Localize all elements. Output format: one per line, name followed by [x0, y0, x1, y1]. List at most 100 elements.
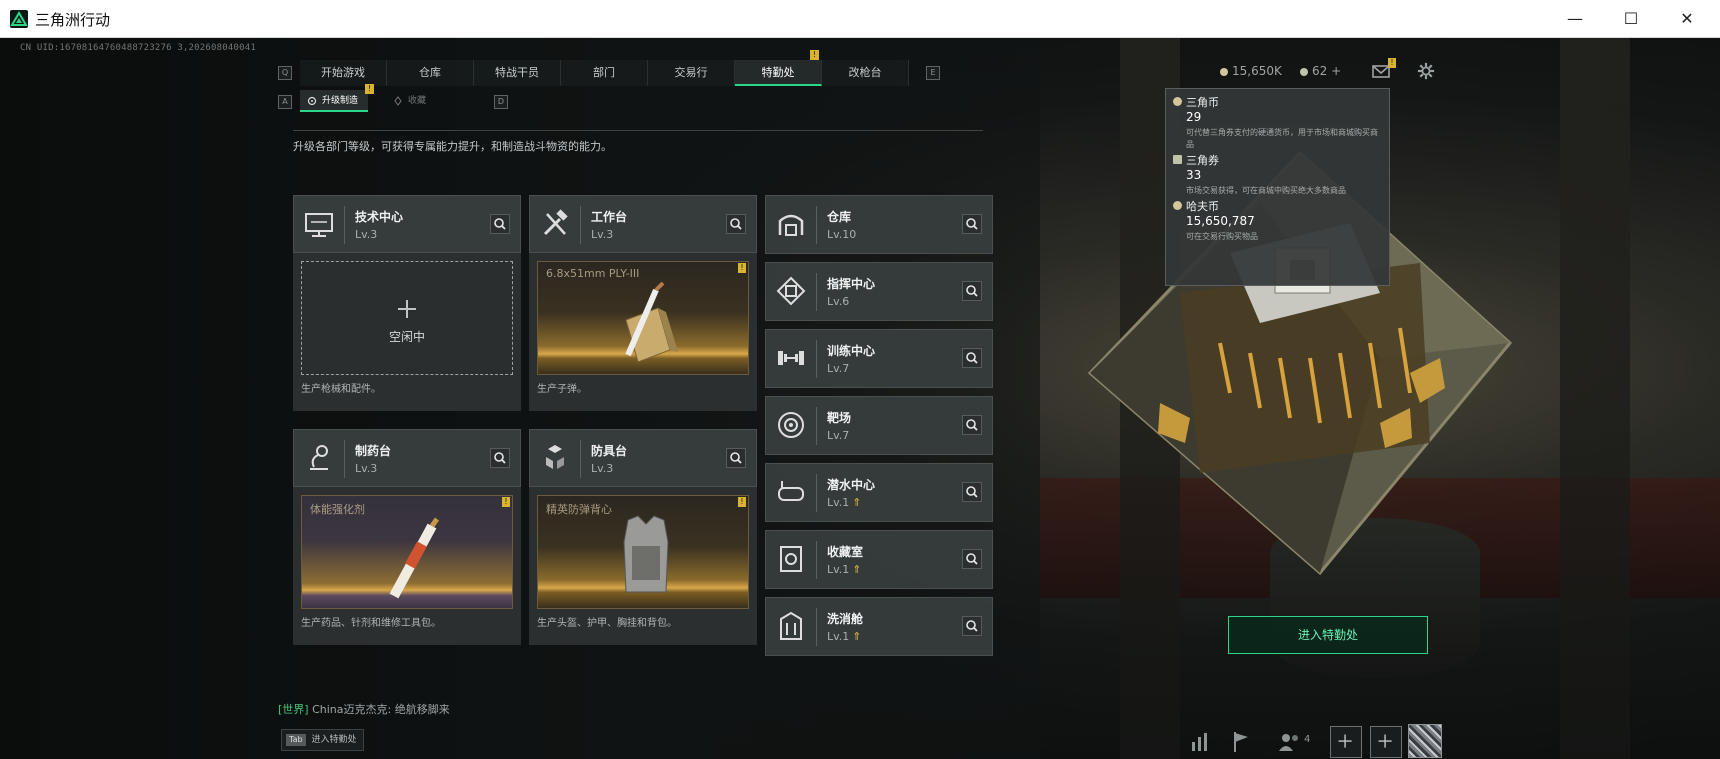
card-footer: 生产药品、针剂和维修工具包。: [301, 618, 441, 629]
add-coupon-button[interactable]: +: [1331, 64, 1341, 78]
tab-warehouse[interactable]: 仓库: [387, 60, 474, 86]
chat-message: China迈克杰克: 绝航移脚来: [308, 703, 450, 716]
maximize-button[interactable]: ☐: [1604, 0, 1658, 38]
card-divider: [344, 440, 345, 478]
game-viewport: CN UID:16708164760488723276 3,2026080400…: [0, 38, 1720, 759]
alert-badge: !: [738, 263, 746, 273]
inspect-button[interactable]: [962, 281, 982, 301]
chat-line[interactable]: [世界] China迈克杰克: 绝航移脚来: [278, 701, 450, 717]
currency-value: 15,650,787: [1186, 214, 1255, 228]
microscope-icon: [310, 445, 328, 470]
decon-icon: [780, 611, 802, 640]
add-teammate-slot[interactable]: [1370, 726, 1402, 758]
minimize-button[interactable]: —: [1548, 0, 1602, 38]
production-slot[interactable]: 6.8x51mm PLY-III !: [537, 261, 749, 375]
department-card-warehouse[interactable]: 仓库 Lv.10: [765, 195, 993, 254]
production-slot[interactable]: 精英防弹背心 !: [537, 495, 749, 609]
tab-label: 仓库: [419, 66, 441, 79]
mail-alert-badge: !: [1388, 58, 1396, 68]
item-name: 体能强化剂: [310, 503, 365, 516]
hafu-amount: 15,650K: [1232, 64, 1282, 78]
collection-icon: [394, 96, 402, 106]
search-icon: [494, 218, 506, 230]
hafu-coin-icon: [1173, 201, 1182, 210]
inspect-button[interactable]: [726, 214, 746, 234]
tab-next-key[interactable]: E: [926, 66, 940, 80]
injector-image: [389, 517, 440, 599]
card-divider: [816, 474, 817, 512]
inspect-button[interactable]: [962, 415, 982, 435]
app-logo-icon: [10, 10, 28, 28]
department-card-collection-room[interactable]: 收藏室 Lv.1 ⇑: [765, 530, 993, 589]
card-footer: 生产子弹。: [537, 384, 587, 395]
tab-prev-key[interactable]: Q: [278, 66, 292, 80]
add-teammate-slot[interactable]: [1330, 726, 1362, 758]
inspect-button[interactable]: [726, 448, 746, 468]
item-name: 精英防弹背心: [546, 503, 612, 516]
card-level: Lv.6: [827, 295, 850, 308]
user-uid: CN UID:16708164760488723276 3,2026080400…: [20, 43, 256, 53]
craft-icon: [307, 96, 317, 106]
alert-badge: !: [738, 497, 746, 507]
tab-special-ops[interactable]: 特勤处!: [735, 50, 822, 86]
inspect-button[interactable]: [962, 348, 982, 368]
tab-start-game[interactable]: 开始游戏: [300, 60, 387, 86]
search-icon: [730, 218, 742, 230]
card-level: Lv.1 ⇑: [827, 630, 862, 643]
enter-special-ops-button[interactable]: 进入特勤处: [1228, 616, 1428, 654]
flag-icon[interactable]: [1226, 728, 1256, 756]
inspect-button[interactable]: [962, 214, 982, 234]
currency-name: 三角券: [1186, 154, 1219, 167]
card-title: 潜水中心: [827, 478, 876, 492]
tab-label: 开始游戏: [321, 66, 365, 79]
card-divider: [816, 407, 817, 445]
close-button[interactable]: ✕: [1660, 0, 1714, 38]
tab-trade[interactable]: 交易行: [648, 60, 735, 86]
tab-operators[interactable]: 特战干员: [474, 60, 561, 86]
warehouse-icon: [778, 214, 804, 236]
gear-icon[interactable]: [1416, 62, 1436, 80]
stats-chart-icon[interactable]: [1186, 728, 1216, 756]
subtab-collection[interactable]: 收藏: [386, 90, 436, 112]
subtab-next-key[interactable]: D: [494, 95, 508, 109]
search-icon: [966, 285, 978, 297]
inspect-button[interactable]: [962, 549, 982, 569]
department-card-decontamination[interactable]: 洗消舱 Lv.1 ⇑: [765, 597, 993, 656]
squad-icon[interactable]: [1276, 728, 1306, 756]
divider: [293, 130, 983, 131]
search-icon: [966, 486, 978, 498]
subtab-upgrade-craft[interactable]: 升级制造 !: [300, 84, 375, 112]
target-icon: [778, 412, 804, 438]
card-level: Lv.1 ⇑: [827, 496, 862, 509]
department-card-shooting-range[interactable]: 靶场 Lv.7: [765, 396, 993, 455]
inspect-button[interactable]: [490, 214, 510, 234]
department-card-training[interactable]: 训练中心 Lv.7: [765, 329, 993, 388]
tab-departments[interactable]: 部门: [561, 60, 648, 86]
inspect-button[interactable]: [962, 616, 982, 636]
production-slot-idle[interactable]: 空闲中: [301, 261, 513, 375]
inspect-button[interactable]: [490, 448, 510, 468]
department-card-diving[interactable]: 潜水中心 Lv.1 ⇑: [765, 463, 993, 522]
subtab-prev-key[interactable]: A: [278, 95, 292, 109]
hafu-currency[interactable]: 15,650K: [1220, 64, 1282, 78]
inspect-button[interactable]: [962, 482, 982, 502]
workshop-card-armor[interactable]: 防具台 Lv.3 精英防弹背心 ! 生产头盔、护甲、胸挂和背包。: [529, 429, 757, 645]
workshop-card-tech-center[interactable]: 技术中心 Lv.3 空闲中 生产枪械和配件。: [293, 195, 521, 411]
triangle-coupon-icon: [1173, 155, 1182, 164]
subtab-label: 升级制造: [322, 96, 359, 106]
card-header: 技术中心 Lv.3: [293, 195, 521, 253]
player-avatar[interactable]: [1408, 724, 1442, 758]
department-card-command[interactable]: 指挥中心 Lv.6: [765, 262, 993, 321]
production-slot[interactable]: 体能强化剂 !: [301, 495, 513, 609]
tab-gunsmith[interactable]: 改枪台: [822, 60, 909, 86]
card-footer: 生产头盔、护甲、胸挂和背包。: [537, 618, 677, 629]
coupon-currency[interactable]: 62 +: [1300, 64, 1341, 78]
upgrade-available-icon: ⇑: [852, 496, 862, 509]
search-icon: [966, 352, 978, 364]
search-icon: [966, 218, 978, 230]
card-divider: [816, 340, 817, 378]
workshop-card-workbench[interactable]: 工作台 Lv.3 6.8x51mm PLY-III ! 生产子弹。: [529, 195, 757, 411]
workshop-card-pharmacy[interactable]: 制药台 Lv.3 体能强化剂 ! 生产药品、针剂和维修工具包。: [293, 429, 521, 645]
card-level: Lv.3: [355, 462, 378, 475]
tab-hint[interactable]: Tab 进入特勤处: [281, 729, 364, 751]
